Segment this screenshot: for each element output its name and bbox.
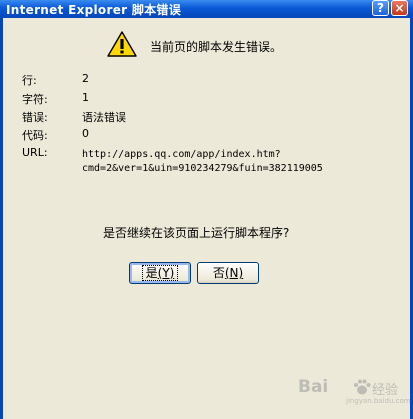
char-label: 字符: [22, 93, 48, 106]
error-value: 语法错误 [82, 111, 126, 124]
title-bar: Internet Explorer 脚本错误 ? × [0, 0, 413, 18]
continue-question: 是否继续在该页面上运行脚本程序? [103, 226, 290, 240]
no-button-label: 否 [212, 266, 225, 280]
window-title: Internet Explorer 脚本错误 [6, 3, 182, 17]
watermark-brand-right: 经验 [372, 383, 399, 398]
line-label: 行: [22, 74, 37, 87]
warning-icon [107, 31, 137, 57]
yes-button-label: 是 [145, 266, 158, 280]
url-label: URL: [22, 146, 48, 159]
watermark-brand-left: Bai [298, 377, 329, 397]
baidu-jingyan-watermark: Bai 经验 jingyan.baidu.com [298, 373, 411, 405]
no-button[interactable]: 否(N) [197, 262, 259, 284]
yes-button[interactable]: 是(Y) [129, 262, 191, 284]
watermark-url: jingyan.baidu.com [346, 397, 411, 405]
code-label: 代码: [22, 129, 48, 142]
error-message: 当前页的脚本发生错误。 [150, 40, 283, 54]
no-button-mnemonic: (N) [224, 266, 244, 280]
window-border-left [0, 18, 3, 419]
close-button[interactable]: × [391, 0, 408, 16]
url-value-line-2: cmd=2&ver=1&uin=910234279&fuin=382119005 [82, 163, 323, 174]
code-value: 0 [82, 127, 89, 140]
paw-icon [354, 379, 371, 395]
line-value: 2 [82, 72, 89, 85]
yes-button-mnemonic: (Y) [157, 266, 175, 280]
help-button[interactable]: ? [372, 0, 389, 16]
url-value-line-1: http://apps.qq.com/app/index.htm? [82, 149, 281, 160]
error-label: 错误: [22, 111, 48, 124]
char-value: 1 [82, 91, 89, 104]
